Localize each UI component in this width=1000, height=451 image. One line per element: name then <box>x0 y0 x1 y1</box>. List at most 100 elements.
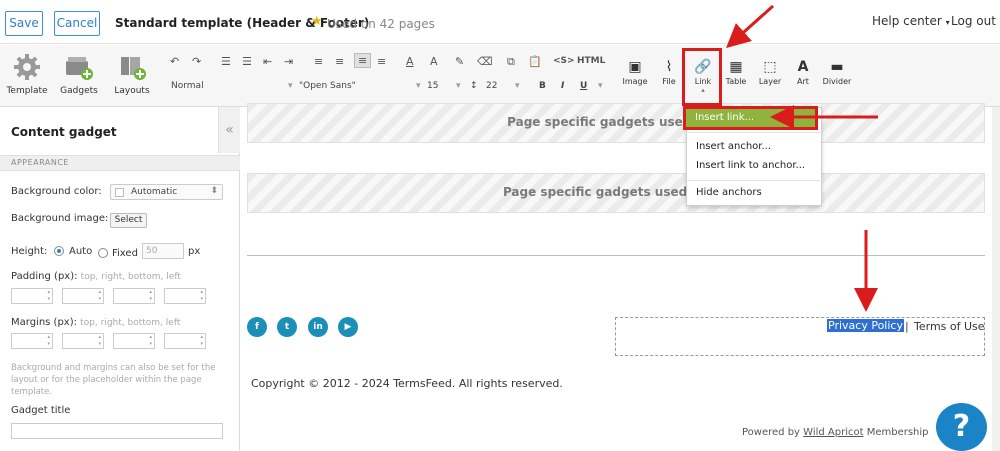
collapse-panel-button[interactable]: « <box>218 107 240 153</box>
template-label: Template <box>6 86 48 96</box>
margin-right-input[interactable] <box>62 333 104 349</box>
line-height-select[interactable]: 22 <box>486 81 497 91</box>
gadget-title-input[interactable] <box>11 423 223 439</box>
copy-icon[interactable]: ⧉ <box>507 55 515 69</box>
margin-left-input[interactable] <box>164 333 206 349</box>
divider-line <box>247 255 985 256</box>
wild-apricot-link[interactable]: Wild Apricot <box>803 427 863 438</box>
line-height-icon: ↕ <box>470 81 478 91</box>
page-gadgets-placeholder[interactable]: Page specific gadgets used on 40 <box>247 173 985 213</box>
padding-bottom-input[interactable] <box>113 288 155 304</box>
gadgets-tool[interactable]: Gadgets <box>54 53 104 96</box>
padding-right-input[interactable] <box>62 288 104 304</box>
link-highlight-box <box>682 48 722 106</box>
table-tool[interactable]: ▦ Table <box>720 59 752 86</box>
insert-link-highlight-box <box>683 106 818 130</box>
select-image-button[interactable]: Select <box>110 213 147 228</box>
help-question-button[interactable]: ? <box>936 403 987 451</box>
chevron-updown-icon: ⬍ <box>210 186 218 196</box>
height-auto-radio[interactable] <box>54 246 64 256</box>
panel-title: Content gadget <box>11 125 117 139</box>
save-button[interactable]: Save <box>5 11 43 36</box>
outdent-icon[interactable]: ⇤ <box>263 55 272 68</box>
align-left-icon[interactable]: ≡ <box>314 55 323 68</box>
layer-icon: ⬚ <box>763 59 777 75</box>
redo-icon[interactable]: ↷ <box>192 55 201 68</box>
image-tool[interactable]: ▣ Image <box>619 59 651 86</box>
facebook-icon[interactable]: f <box>247 317 267 337</box>
twitter-icon[interactable]: t <box>277 317 297 337</box>
layouts-tool[interactable]: Layouts <box>107 53 157 96</box>
padding-left-input[interactable] <box>164 288 206 304</box>
file-label: File <box>662 77 676 86</box>
numbered-list-icon[interactable]: ☰ <box>221 55 231 68</box>
clear-format-icon[interactable]: ⌫ <box>477 55 493 68</box>
art-tool[interactable]: A Art <box>787 59 819 86</box>
youtube-icon[interactable]: ▶ <box>338 317 358 337</box>
indent-icon[interactable]: ⇥ <box>284 55 293 68</box>
insert-anchor-item[interactable]: Insert anchor... <box>696 141 771 152</box>
file-tool[interactable]: ⌇ File <box>653 59 685 86</box>
bold-button[interactable]: B <box>539 81 546 91</box>
paste-icon[interactable]: 📋 <box>528 55 542 68</box>
divider-label: Divider <box>822 77 852 86</box>
height-fixed-radio[interactable] <box>98 248 108 258</box>
linkedin-icon[interactable]: in <box>308 317 328 337</box>
align-justify-icon[interactable]: ≡ <box>377 55 386 68</box>
bg-color-label: Background color: <box>11 186 102 197</box>
color-swatch-icon <box>115 188 124 197</box>
placeholder-label: Page specific gadgets used on 1 <box>507 115 725 129</box>
html-source-button[interactable]: HTML <box>577 56 605 66</box>
underline-button[interactable]: U <box>580 81 587 91</box>
help-center-label: Help center <box>872 14 942 28</box>
art-label: Art <box>797 77 809 86</box>
cancel-button[interactable]: Cancel <box>54 11 100 36</box>
gear-icon <box>12 53 42 81</box>
powered-by-text: Powered by Wild Apricot Membership <box>742 427 929 438</box>
gadget-title-label: Gadget title <box>11 405 71 416</box>
font-family-select[interactable]: "Open Sans" <box>299 81 356 91</box>
terms-of-use-link[interactable]: Terms of Use <box>914 320 985 333</box>
page-gadgets-placeholder[interactable]: Page specific gadgets used on 1 <box>247 103 985 143</box>
privacy-policy-link[interactable]: Privacy Policy <box>827 319 904 332</box>
hide-anchors-item[interactable]: Hide anchors <box>696 187 762 198</box>
scrollbar[interactable] <box>992 107 1000 451</box>
gadget-properties-panel: Content gadget APPEARANCE Background col… <box>0 107 240 451</box>
chevron-down-icon: ▾ <box>456 81 461 91</box>
layer-label: Layer <box>758 77 782 86</box>
bg-color-select[interactable]: Automatic ⬍ <box>110 184 223 200</box>
align-center-icon[interactable]: ≡ <box>335 55 344 68</box>
appearance-section-header: APPEARANCE <box>0 155 240 171</box>
padding-top-input[interactable] <box>11 288 53 304</box>
log-out-link[interactable]: Log out <box>951 14 996 28</box>
template-tool[interactable]: Template <box>2 53 52 96</box>
undo-icon[interactable]: ↶ <box>170 55 179 68</box>
paragraph-style-select[interactable]: Normal <box>171 81 204 91</box>
padding-label: Padding (px): top, right, bottom, left <box>11 271 181 282</box>
margin-top-input[interactable] <box>11 333 53 349</box>
section-label: APPEARANCE <box>11 158 69 167</box>
align-right-icon[interactable]: ≡ <box>354 53 372 68</box>
layer-tool[interactable]: ⬚ Layer <box>754 59 786 86</box>
margins-label: Margins (px): top, right, bottom, left <box>11 317 180 328</box>
background-color-icon[interactable]: A <box>430 55 438 68</box>
menu-divider <box>686 180 822 181</box>
gadgets-icon <box>64 53 94 81</box>
text-color-icon[interactable]: A <box>406 55 414 68</box>
font-size-select[interactable]: 15 <box>427 81 438 91</box>
strike-icon[interactable]: <S> <box>553 56 575 66</box>
italic-button[interactable]: I <box>561 81 564 91</box>
chevron-down-icon: ▾ <box>515 81 520 91</box>
star-icon: ★ <box>311 14 323 29</box>
format-painter-icon[interactable]: ✎ <box>455 55 464 68</box>
insert-link-to-anchor-item[interactable]: Insert link to anchor... <box>696 160 805 171</box>
top-bar: Save Cancel Standard template (Header & … <box>0 0 1000 44</box>
help-center-menu[interactable]: Help center ▾ <box>872 14 950 28</box>
bg-image-label: Background image: <box>11 213 109 224</box>
bullet-list-icon[interactable]: ☰ <box>242 55 252 68</box>
caret-down-icon: ▾ <box>945 18 950 27</box>
fixed-height-input[interactable]: 50 <box>142 243 184 259</box>
margin-bottom-input[interactable] <box>113 333 155 349</box>
chevron-down-icon: ▾ <box>416 81 421 91</box>
divider-tool[interactable]: ▬ Divider <box>821 59 853 86</box>
